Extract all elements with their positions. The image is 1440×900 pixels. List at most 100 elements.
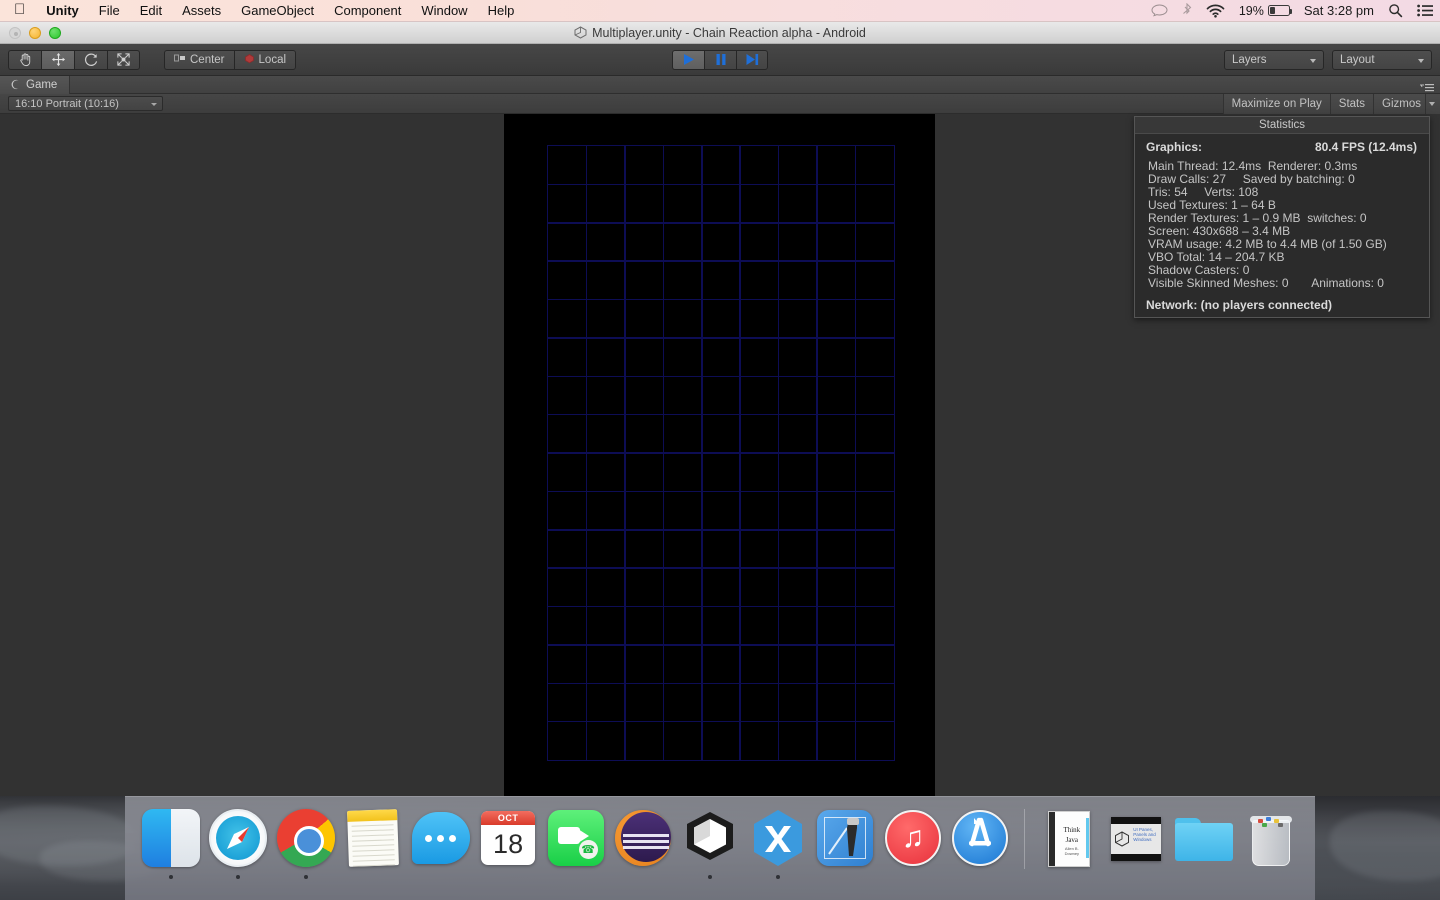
grid-cell[interactable]	[816, 375, 857, 416]
grid-cell[interactable]	[854, 644, 895, 684]
menu-item-assets[interactable]: Assets	[172, 3, 231, 18]
grid-cell[interactable]	[739, 222, 780, 262]
grid-cell[interactable]	[739, 529, 780, 569]
grid-cell[interactable]	[854, 260, 895, 301]
grid-cell[interactable]	[662, 222, 703, 262]
grid-cell[interactable]	[816, 682, 857, 723]
tab-game[interactable]: Game	[0, 75, 71, 94]
grid-cell[interactable]	[816, 222, 857, 262]
gizmos-button[interactable]: Gizmos	[1373, 93, 1425, 114]
grid-cell[interactable]	[624, 145, 665, 186]
menu-item-component[interactable]: Component	[324, 3, 411, 18]
dock-item-facetime[interactable]: ☎	[542, 809, 609, 885]
grid-cell[interactable]	[547, 375, 588, 416]
grid-cell[interactable]	[701, 413, 741, 454]
layers-dropdown[interactable]: Layers	[1224, 49, 1324, 70]
grid-cell[interactable]	[585, 183, 626, 224]
grid-cell[interactable]	[739, 452, 780, 493]
game-viewport[interactable]	[504, 114, 935, 802]
grid-cell[interactable]	[662, 337, 703, 377]
dock-item-safari[interactable]	[204, 809, 271, 885]
grid-cell[interactable]	[854, 452, 895, 493]
grid-cell[interactable]	[854, 529, 895, 569]
dock-item-think-java-pdf[interactable]: Think Java Allen B. Downey	[1035, 809, 1102, 885]
grid-cell[interactable]	[701, 605, 741, 646]
grid-cell[interactable]	[777, 298, 818, 339]
grid-cell[interactable]	[854, 567, 895, 608]
grid-cell[interactable]	[701, 260, 741, 301]
grid-cell[interactable]	[547, 682, 588, 723]
menu-item-unity[interactable]: Unity	[36, 3, 89, 18]
grid-cell[interactable]	[701, 375, 741, 416]
dock-item-downloads-folder[interactable]	[1170, 809, 1237, 885]
grid-cell[interactable]	[624, 375, 665, 416]
grid-cell[interactable]	[777, 183, 818, 224]
grid-cell[interactable]	[739, 298, 780, 339]
grid-cell[interactable]	[854, 413, 895, 454]
grid-cell[interactable]	[547, 145, 588, 186]
scale-tool[interactable]	[107, 49, 140, 70]
grid-cell[interactable]	[585, 222, 626, 262]
grid-cell[interactable]	[585, 452, 626, 493]
grid-cell[interactable]	[739, 375, 780, 416]
stats-button[interactable]: Stats	[1329, 93, 1374, 114]
grid-cell[interactable]	[585, 413, 626, 454]
grid-cell[interactable]	[547, 490, 588, 531]
pivot-center-button[interactable]: Center	[164, 49, 234, 70]
game-board-grid[interactable]	[547, 145, 895, 761]
battery-status[interactable]: 19%	[1232, 0, 1297, 22]
grid-cell[interactable]	[585, 567, 626, 608]
grid-cell[interactable]	[777, 337, 818, 377]
search-icon[interactable]	[1381, 0, 1410, 22]
grid-cell[interactable]	[585, 529, 626, 569]
grid-cell[interactable]	[662, 490, 703, 531]
grid-cell[interactable]	[739, 682, 780, 723]
grid-cell[interactable]	[816, 490, 857, 531]
grid-cell[interactable]	[739, 337, 780, 377]
grid-cell[interactable]	[547, 529, 588, 569]
grid-cell[interactable]	[854, 145, 895, 186]
grid-cell[interactable]	[739, 567, 780, 608]
grid-cell[interactable]	[816, 605, 857, 646]
aspect-ratio-dropdown[interactable]: 16:10 Portrait (10:16)	[8, 96, 163, 111]
menu-item-gameobject[interactable]: GameObject	[231, 3, 324, 18]
grid-cell[interactable]	[854, 375, 895, 416]
grid-cell[interactable]	[777, 375, 818, 416]
grid-cell[interactable]	[854, 183, 895, 224]
grid-cell[interactable]	[701, 567, 741, 608]
grid-cell[interactable]	[662, 298, 703, 339]
grid-cell[interactable]	[701, 720, 741, 761]
grid-cell[interactable]	[777, 413, 818, 454]
grid-cell[interactable]	[854, 720, 895, 761]
play-button[interactable]	[672, 49, 704, 70]
grid-cell[interactable]	[585, 145, 626, 186]
grid-cell[interactable]	[585, 682, 626, 723]
grid-cell[interactable]	[624, 452, 665, 493]
grid-cell[interactable]	[662, 644, 703, 684]
notification-center-icon[interactable]	[1410, 0, 1440, 22]
grid-cell[interactable]	[739, 490, 780, 531]
grid-cell[interactable]	[547, 452, 588, 493]
dock-item-app-store[interactable]	[947, 809, 1014, 885]
grid-cell[interactable]	[701, 529, 741, 569]
grid-cell[interactable]	[816, 452, 857, 493]
grid-cell[interactable]	[854, 337, 895, 377]
grid-cell[interactable]	[739, 605, 780, 646]
hand-tool[interactable]	[8, 49, 41, 70]
grid-cell[interactable]	[701, 145, 741, 186]
layout-dropdown[interactable]: Layout	[1332, 49, 1432, 70]
grid-cell[interactable]	[547, 260, 588, 301]
grid-cell[interactable]	[662, 605, 703, 646]
grid-cell[interactable]	[662, 682, 703, 723]
grid-cell[interactable]	[547, 183, 588, 224]
dock-item-unity[interactable]	[677, 809, 744, 885]
grid-cell[interactable]	[662, 413, 703, 454]
grid-cell[interactable]	[701, 337, 741, 377]
grid-cell[interactable]	[624, 413, 665, 454]
grid-cell[interactable]	[854, 490, 895, 531]
grid-cell[interactable]	[624, 682, 665, 723]
dock-item-trash[interactable]	[1238, 809, 1305, 885]
grid-cell[interactable]	[585, 337, 626, 377]
grid-cell[interactable]	[854, 298, 895, 339]
grid-cell[interactable]	[701, 298, 741, 339]
